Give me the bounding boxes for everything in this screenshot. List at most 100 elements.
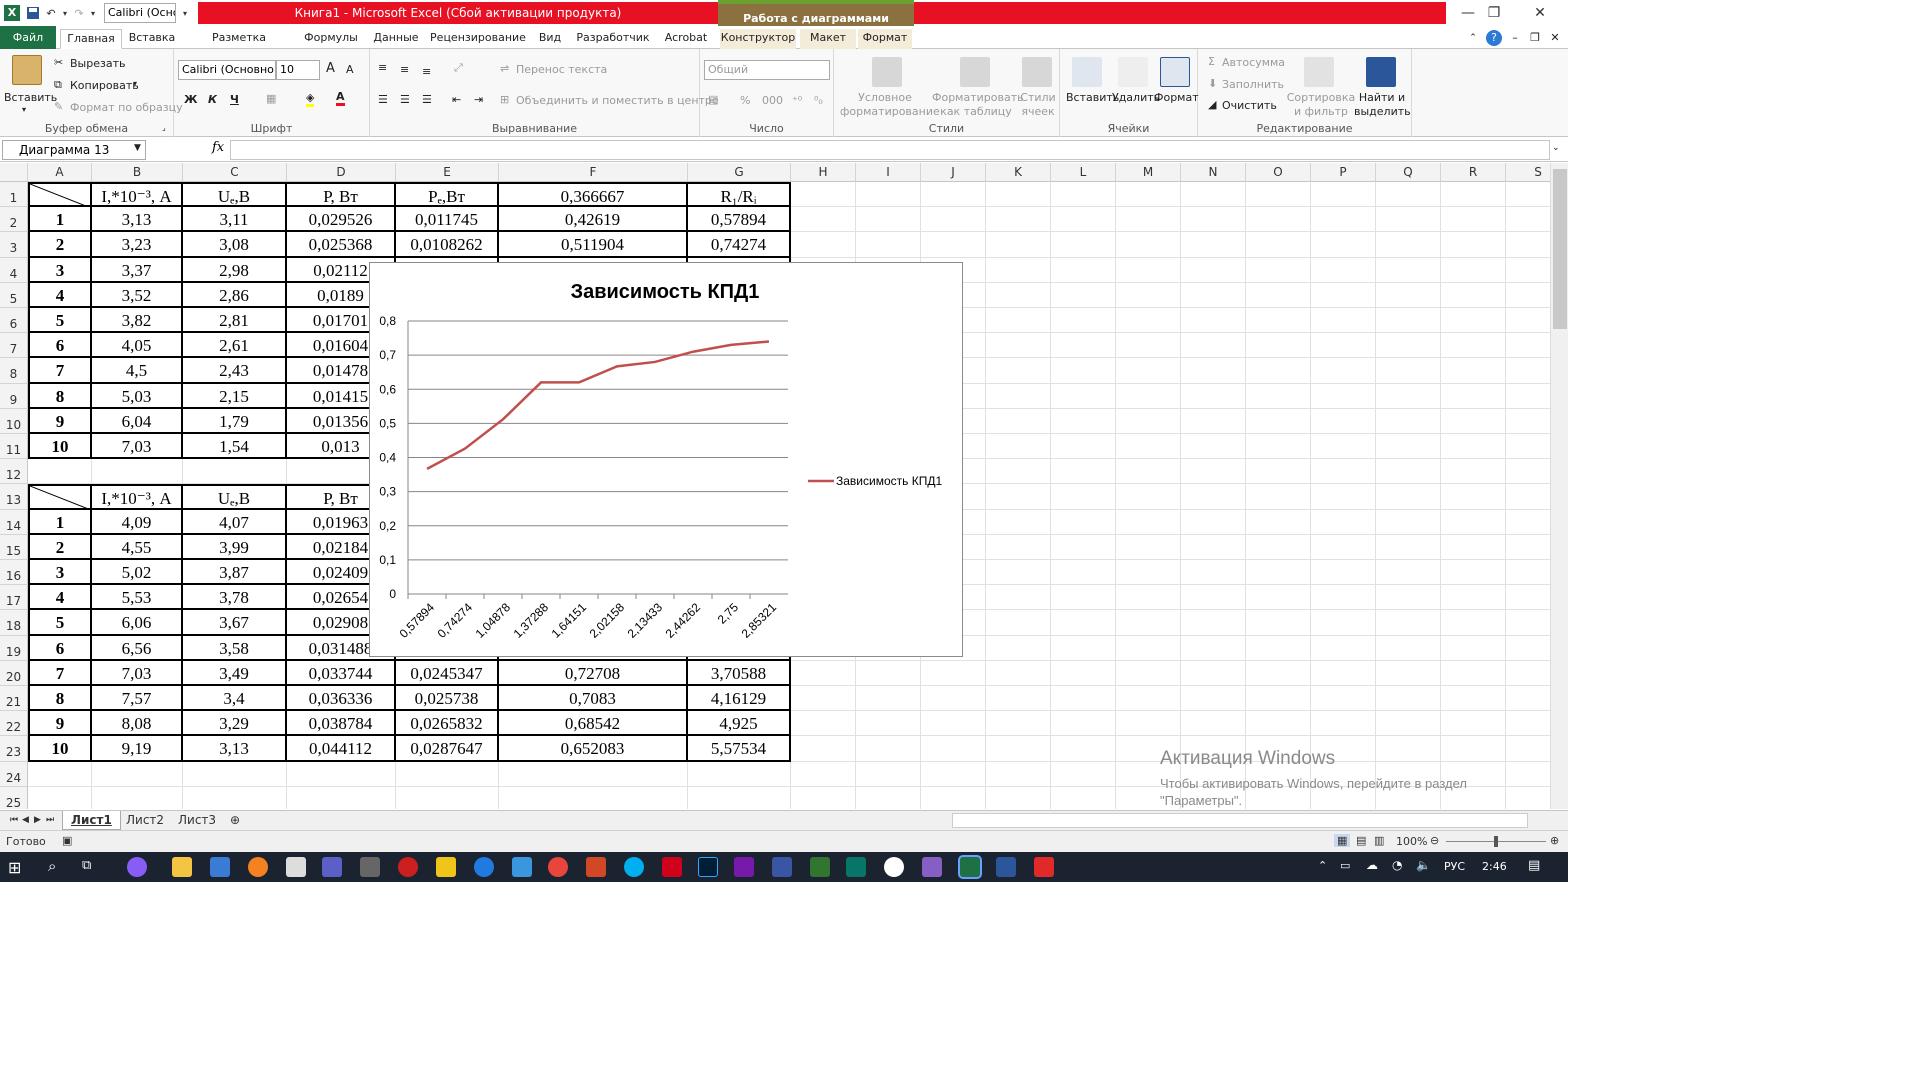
cell[interactable]: [1441, 610, 1506, 636]
browser-red-icon[interactable]: [398, 857, 418, 877]
table-cell[interactable]: 5,02: [92, 560, 183, 586]
format-cells-button[interactable]: Формат: [1154, 91, 1199, 104]
table-cell[interactable]: 8: [28, 383, 92, 409]
table-cell[interactable]: 5: [28, 308, 92, 334]
cell[interactable]: [1441, 282, 1506, 308]
cell[interactable]: [986, 560, 1051, 586]
font-size-box[interactable]: 10: [276, 60, 320, 80]
table-header-cell[interactable]: Uₑ,В: [183, 182, 287, 208]
cell[interactable]: [1441, 711, 1506, 737]
cortana-icon[interactable]: [127, 857, 147, 877]
cell[interactable]: [921, 686, 986, 712]
cell[interactable]: [1051, 484, 1116, 510]
row-header-21[interactable]: 21: [0, 686, 28, 712]
cell[interactable]: [1051, 383, 1116, 409]
cell[interactable]: [1051, 282, 1116, 308]
column-header-B[interactable]: B: [92, 163, 183, 182]
sort-filter-icon[interactable]: [1304, 57, 1334, 87]
copy-icon[interactable]: ⧉: [54, 78, 62, 92]
row-header-14[interactable]: 14: [0, 509, 28, 535]
cell[interactable]: [1376, 610, 1441, 636]
app-tool-icon[interactable]: [286, 857, 306, 877]
table-cell[interactable]: 4,55: [92, 534, 183, 560]
cell[interactable]: [1376, 534, 1441, 560]
cell[interactable]: [1051, 534, 1116, 560]
cell[interactable]: [1311, 534, 1376, 560]
cell[interactable]: [499, 786, 688, 809]
qat-font-box[interactable]: Calibri (Оснс: [104, 3, 176, 23]
table-cell[interactable]: 1,54: [183, 434, 287, 460]
cell[interactable]: [1246, 182, 1311, 208]
format-painter-icon[interactable]: ✎: [54, 100, 63, 113]
cell[interactable]: [1051, 333, 1116, 359]
table-cell[interactable]: 6,56: [92, 635, 183, 661]
tab-acrobat[interactable]: Acrobat: [658, 29, 714, 49]
row-header-7[interactable]: 7: [0, 333, 28, 359]
visual-studio-icon[interactable]: [922, 857, 942, 877]
column-header-Q[interactable]: Q: [1376, 163, 1441, 182]
cell[interactable]: [856, 182, 921, 208]
cell[interactable]: [1506, 535, 1550, 560]
cell[interactable]: [1051, 660, 1116, 686]
table-cell[interactable]: 3,13: [183, 736, 287, 762]
merge-icon[interactable]: ⊞: [500, 93, 509, 106]
cell[interactable]: [1311, 408, 1376, 434]
cell[interactable]: [1506, 787, 1550, 809]
cell[interactable]: [791, 686, 856, 712]
cell[interactable]: [1246, 484, 1311, 510]
cell[interactable]: [1441, 257, 1506, 283]
cell[interactable]: [1181, 282, 1246, 308]
cell[interactable]: [1376, 207, 1441, 233]
cell-styles-icon[interactable]: [1022, 57, 1052, 87]
row-header-12[interactable]: 12: [0, 459, 28, 485]
conditional-formatting-button[interactable]: Условное форматирование: [840, 91, 940, 119]
cell[interactable]: [1116, 484, 1181, 510]
vertical-scrollbar[interactable]: [1550, 163, 1568, 809]
table-cell[interactable]: 5,57534: [688, 736, 791, 762]
cell[interactable]: [1311, 182, 1376, 208]
cell[interactable]: [1246, 257, 1311, 283]
row-header-17[interactable]: 17: [0, 585, 28, 611]
cell[interactable]: [1441, 434, 1506, 460]
cell[interactable]: [1506, 610, 1550, 636]
insert-cells-icon[interactable]: [1072, 57, 1102, 87]
name-box[interactable]: Диаграмма 13: [2, 140, 146, 160]
cell[interactable]: [1506, 182, 1550, 208]
cell[interactable]: [1376, 585, 1441, 611]
powerpoint-icon[interactable]: [586, 857, 606, 877]
cell[interactable]: [1441, 358, 1506, 384]
table-cell[interactable]: 0,0108262: [396, 232, 499, 258]
app-save-icon[interactable]: [322, 857, 342, 877]
cell[interactable]: [1246, 383, 1311, 409]
table-cell[interactable]: 4: [28, 585, 92, 611]
cell[interactable]: [183, 761, 287, 787]
tab-view[interactable]: Вид: [532, 29, 568, 49]
chrome-icon[interactable]: [548, 857, 568, 877]
skype-icon[interactable]: [624, 857, 644, 877]
cell[interactable]: [1116, 383, 1181, 409]
cell[interactable]: [921, 736, 986, 762]
cell[interactable]: [1376, 333, 1441, 359]
vertical-scroll-thumb[interactable]: [1553, 169, 1567, 329]
cell[interactable]: [1181, 434, 1246, 460]
cell[interactable]: [92, 761, 183, 787]
cell[interactable]: [396, 786, 499, 809]
cell[interactable]: [1376, 282, 1441, 308]
cell[interactable]: [1506, 636, 1550, 661]
column-header-I[interactable]: I: [856, 163, 921, 182]
table-cell[interactable]: 7: [28, 660, 92, 686]
cell[interactable]: [986, 459, 1051, 485]
cell[interactable]: [1246, 534, 1311, 560]
row-header-6[interactable]: 6: [0, 308, 28, 334]
project-icon[interactable]: [810, 857, 830, 877]
cell[interactable]: [1116, 408, 1181, 434]
delete-cells-icon[interactable]: [1118, 57, 1148, 87]
grow-font-icon[interactable]: A: [326, 61, 335, 76]
increase-indent-icon[interactable]: ⇥: [474, 93, 483, 106]
undo-icon[interactable]: ↶: [42, 4, 60, 22]
cell[interactable]: [791, 711, 856, 737]
cell[interactable]: [1181, 308, 1246, 334]
table-cell[interactable]: 9: [28, 408, 92, 434]
table-cell[interactable]: 3,37: [92, 257, 183, 283]
cell[interactable]: [791, 761, 856, 787]
